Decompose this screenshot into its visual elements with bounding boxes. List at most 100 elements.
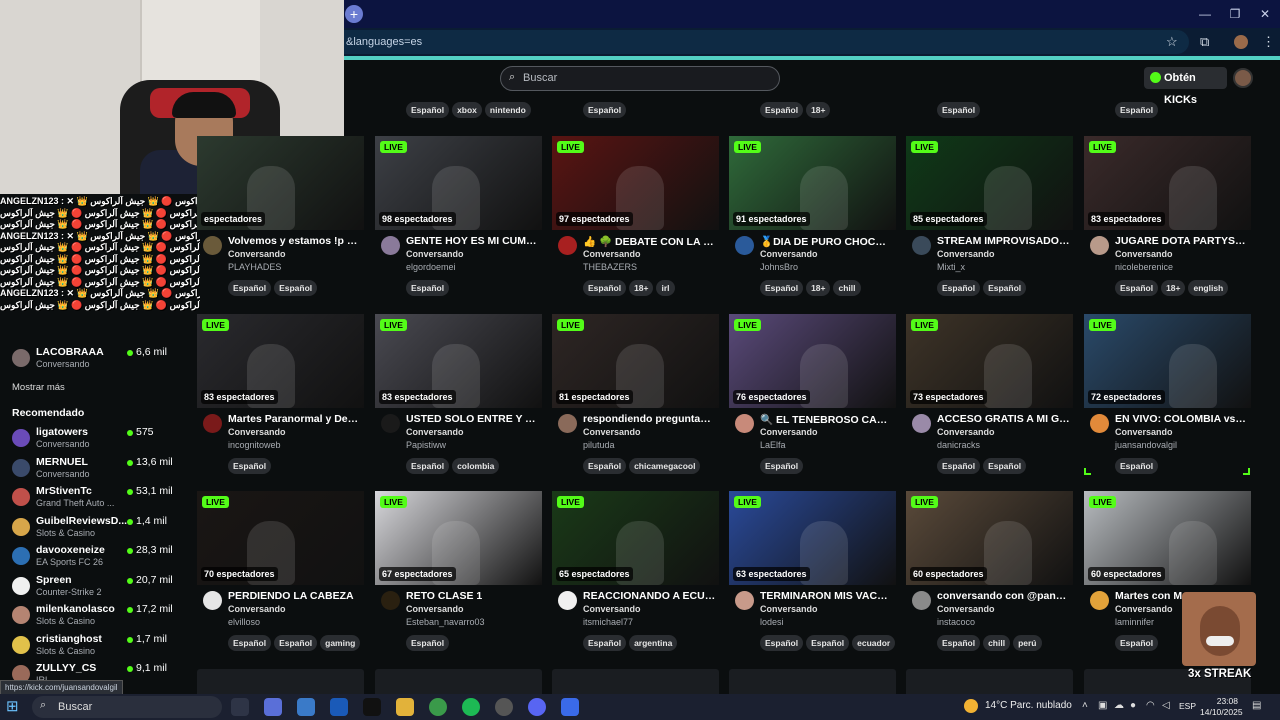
tag[interactable]: chicamegacool <box>629 458 701 474</box>
channel-name[interactable]: nicoleberenice <box>1115 262 1173 272</box>
stream-category[interactable]: Conversando <box>937 249 995 259</box>
stream-thumbnail[interactable]: LIVE 60 espectadores <box>906 491 1073 585</box>
spotify-icon[interactable] <box>462 698 480 716</box>
stream-category[interactable]: Conversando <box>1115 604 1173 614</box>
tag[interactable]: Español <box>760 458 804 474</box>
search-input[interactable]: Buscar <box>500 66 780 91</box>
tag[interactable]: Español <box>583 102 627 118</box>
tag[interactable]: perú <box>1013 635 1042 651</box>
stream-title[interactable]: REACCIONANDO A ECUA... <box>583 590 716 602</box>
stream-card[interactable]: LIVE 97 espectadores 👍 🌳 DEBATE CON LA CO.… <box>552 136 719 296</box>
channel-name[interactable]: itsmichael77 <box>583 617 633 627</box>
stream-category[interactable]: Conversando <box>228 249 286 259</box>
stream-category[interactable]: Conversando <box>406 249 464 259</box>
sidebar-item-5[interactable]: Spreen Counter-Strike 2 20,7 mil <box>12 574 192 600</box>
star-icon[interactable]: ☆ <box>1166 34 1178 50</box>
avatar[interactable] <box>203 236 222 255</box>
sidebar-item-0[interactable]: ligatowers Conversando 575 <box>12 426 192 452</box>
profile-avatar[interactable] <box>1234 35 1248 49</box>
tag[interactable]: nintendo <box>484 102 531 118</box>
tag[interactable]: Español <box>406 280 450 296</box>
tag[interactable]: Español <box>1115 280 1159 296</box>
sidebar-following-item[interactable]: LACOBRAAA Conversando 6,6 mil <box>12 346 192 372</box>
clock[interactable]: 23:08 14/10/2025 <box>1200 696 1243 718</box>
tag[interactable]: Español <box>1115 635 1159 651</box>
weather-text[interactable]: 14°C Parc. nublado <box>985 700 1072 711</box>
tag[interactable]: Español <box>274 280 318 296</box>
stream-category[interactable]: Conversando <box>406 427 464 437</box>
tag[interactable]: 18+ <box>806 102 831 118</box>
stream-thumbnail[interactable]: LIVE 83 espectadores <box>197 314 364 408</box>
tag[interactable]: Español <box>228 458 272 474</box>
stream-category[interactable]: Conversando <box>228 604 286 614</box>
stream-category[interactable]: Conversando <box>228 427 286 437</box>
chevron-up-icon[interactable]: ˄ <box>1082 700 1088 711</box>
tag[interactable]: Español <box>583 280 627 296</box>
avatar[interactable] <box>912 414 931 433</box>
stream-title[interactable]: 👍 🌳 DEBATE CON LA CO... <box>583 235 716 248</box>
channel-name[interactable]: LaElfa <box>760 440 786 450</box>
stream-title[interactable]: Martes Paranormal y Dee... <box>228 413 361 425</box>
user-avatar[interactable] <box>1233 68 1253 88</box>
volume-icon[interactable]: ◁ <box>1162 700 1170 711</box>
stream-category[interactable]: Conversando <box>1115 427 1173 437</box>
stream-category[interactable]: Conversando <box>937 427 995 437</box>
tag[interactable]: Español <box>983 280 1027 296</box>
avatar[interactable] <box>1090 236 1109 255</box>
language-indicator[interactable]: ESP <box>1179 701 1196 711</box>
stream-category[interactable]: Conversando <box>760 427 818 437</box>
tag[interactable]: Español <box>583 635 627 651</box>
tag[interactable]: Español <box>274 635 318 651</box>
stream-thumbnail[interactable]: LIVE 65 espectadores <box>552 491 719 585</box>
avatar[interactable] <box>381 414 400 433</box>
file-explorer-icon[interactable] <box>396 698 414 716</box>
chrome-icon[interactable] <box>429 698 447 716</box>
address-bar[interactable]: &languages=es <box>344 30 1189 54</box>
stream-card[interactable]: LIVE 81 espectadores respondiendo pregunta… <box>552 314 719 474</box>
channel-name[interactable]: Papistiww <box>406 440 446 450</box>
tag[interactable]: irl <box>656 280 675 296</box>
stream-card[interactable]: espectadores Volvemos y estamos !p p... Co… <box>197 136 364 296</box>
stream-card[interactable]: LIVE 63 espectadores TERMINARON MIS VACAC.… <box>729 491 896 651</box>
tag[interactable]: colombia <box>452 458 500 474</box>
tag[interactable]: Español <box>406 635 450 651</box>
notifications-icon[interactable]: ▤ <box>1252 700 1261 711</box>
stream-title[interactable]: GENTE HOY ES MI CUMP... <box>406 235 539 247</box>
cloud-icon[interactable]: ☁ <box>1114 700 1124 711</box>
tag[interactable]: english <box>1188 280 1229 296</box>
stream-thumbnail[interactable]: LIVE 72 espectadores <box>1084 314 1251 408</box>
tag[interactable]: Español <box>760 635 804 651</box>
avatar[interactable] <box>558 414 577 433</box>
avatar[interactable] <box>381 591 400 610</box>
stream-thumbnail[interactable]: LIVE 70 espectadores <box>197 491 364 585</box>
tag[interactable]: chill <box>833 280 861 296</box>
avatar[interactable] <box>203 414 222 433</box>
mic-icon[interactable]: ● <box>1130 700 1136 711</box>
tag[interactable]: chill <box>983 635 1011 651</box>
tag[interactable]: Español <box>937 102 981 118</box>
stream-card[interactable]: LIVE 70 espectadores PERDIENDO LA CABEZA Co… <box>197 491 364 651</box>
stream-card[interactable]: LIVE 85 espectadores STREAM IMPROVISADO C.… <box>906 136 1073 296</box>
stream-title[interactable]: conversando con @pane... <box>937 590 1070 602</box>
sidebar-item-4[interactable]: davooxeneize EA Sports FC 26 28,3 mil <box>12 544 192 570</box>
stream-thumbnail[interactable]: LIVE 98 espectadores <box>375 136 542 230</box>
task-view-icon[interactable] <box>231 698 249 716</box>
stream-thumbnail[interactable]: LIVE 63 espectadores <box>729 491 896 585</box>
menu-icon[interactable]: ⋮ <box>1262 34 1275 50</box>
stream-card[interactable]: LIVE 65 espectadores REACCIONANDO A ECUA..… <box>552 491 719 651</box>
stream-category[interactable]: Conversando <box>406 604 464 614</box>
app-icon[interactable] <box>561 698 579 716</box>
sidebar-item-6[interactable]: milenkanolasco Slots & Casino 17,2 mil <box>12 603 192 629</box>
tag[interactable]: Español <box>937 280 981 296</box>
stream-title[interactable]: EN VIVO: COLOMBIA vs C... <box>1115 413 1248 425</box>
stream-title[interactable]: STREAM IMPROVISADO C... <box>937 235 1070 247</box>
store-icon[interactable] <box>297 698 315 716</box>
stream-card[interactable]: LIVE 73 espectadores ACCESO GRATIS A MI GR… <box>906 314 1073 474</box>
stream-category[interactable]: Conversando <box>583 249 641 259</box>
channel-name[interactable]: PLAYHADES <box>228 262 281 272</box>
stream-category[interactable]: Conversando <box>1115 249 1173 259</box>
show-more-link[interactable]: Mostrar más <box>12 382 65 393</box>
tag[interactable]: Español <box>760 102 804 118</box>
avatar[interactable] <box>1090 414 1109 433</box>
tag[interactable]: Español <box>1115 102 1159 118</box>
